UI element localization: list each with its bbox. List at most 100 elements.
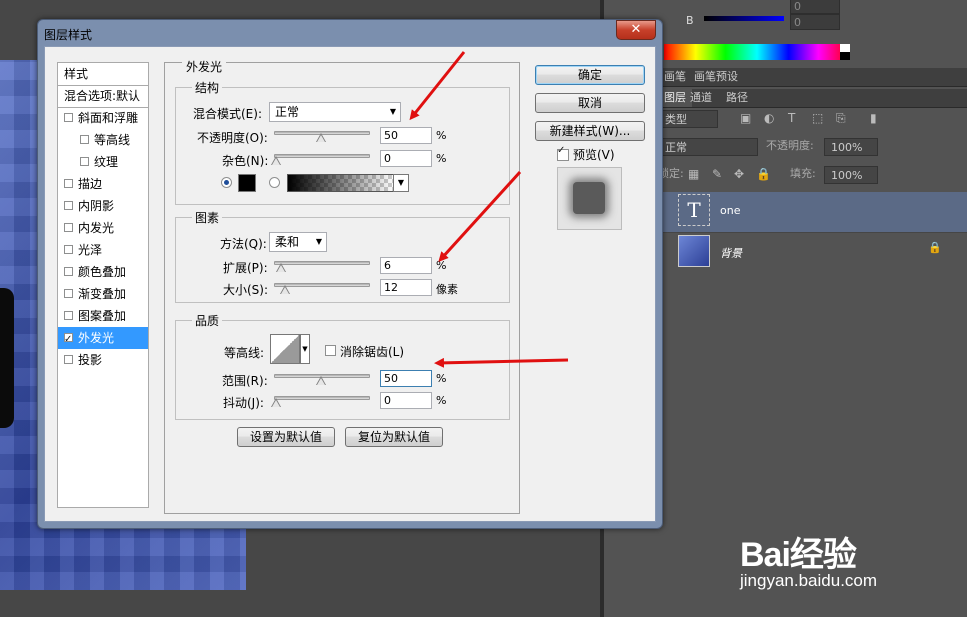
noise-slider-thumb[interactable] — [271, 156, 281, 165]
blend-mode-select[interactable]: 正常 ▼ — [269, 102, 401, 122]
preview-checkbox[interactable] — [557, 145, 569, 161]
reset-default-button[interactable]: 复位为默认值 — [345, 427, 443, 447]
style-list-label: 光泽 — [78, 243, 103, 257]
style-checkbox[interactable] — [64, 289, 73, 298]
style-list-item[interactable]: 样式 — [58, 63, 148, 85]
range-slider-thumb[interactable] — [316, 376, 326, 385]
style-checkbox[interactable] — [64, 245, 73, 254]
adjustment-filter-icon[interactable]: ◐ — [764, 108, 774, 128]
spread-slider-thumb[interactable] — [276, 263, 287, 272]
spread-input[interactable]: 6 — [380, 257, 432, 274]
jitter-input[interactable]: 0 — [380, 392, 432, 409]
background-layer-thumbnail — [678, 235, 710, 267]
layer-filter-select[interactable]: 类型 — [658, 110, 718, 128]
style-checkbox[interactable] — [64, 311, 73, 320]
jitter-slider-track[interactable] — [274, 396, 370, 400]
type-filter-icon[interactable]: T — [788, 108, 795, 128]
layer-fill-field[interactable]: 100% — [824, 166, 878, 184]
chevron-down-icon: ▼ — [389, 107, 396, 116]
opacity-slider-thumb[interactable] — [316, 133, 326, 142]
style-checkbox[interactable] — [64, 223, 73, 232]
solid-color-radio[interactable] — [221, 177, 232, 188]
style-checkbox[interactable] — [64, 113, 73, 122]
lock-paint-icon[interactable]: ✎ — [712, 164, 722, 184]
new-style-button[interactable]: 新建样式(W)... — [535, 121, 645, 141]
antialias-checkbox[interactable] — [325, 345, 336, 356]
range-input[interactable]: 50 — [380, 370, 432, 387]
shape-filter-icon[interactable]: ⬚ — [812, 108, 823, 128]
lock-transparent-icon[interactable]: ▦ — [688, 164, 699, 184]
style-list-item[interactable]: 内发光 — [58, 217, 148, 239]
close-button[interactable]: ✕ — [616, 20, 656, 40]
opacity-input[interactable]: 50 — [380, 127, 432, 144]
layer-name[interactable]: one — [720, 204, 740, 217]
panel-title: 外发光 — [182, 58, 227, 75]
style-checkbox[interactable] — [80, 135, 89, 144]
color-bw-swatch[interactable] — [840, 44, 850, 60]
color-b-slider[interactable] — [704, 16, 784, 21]
layer-opacity-field[interactable]: 100% — [824, 138, 878, 156]
color-field-top[interactable]: 0 — [790, 0, 840, 14]
style-list-item[interactable]: 光泽 — [58, 239, 148, 261]
style-checkbox[interactable] — [64, 179, 73, 188]
smart-object-filter-icon[interactable]: ⎘ — [836, 108, 846, 128]
style-list-item[interactable]: 等高线 — [58, 129, 148, 151]
gradient-picker-button[interactable]: ▼ — [393, 174, 409, 192]
tab-brush-presets[interactable]: 画笔预设 — [688, 68, 744, 86]
make-default-button[interactable]: 设置为默认值 — [237, 427, 335, 447]
tab-paths[interactable]: 路径 — [720, 89, 754, 107]
style-checkbox[interactable] — [80, 157, 89, 166]
layer-row[interactable]: 背景 🔒 — [658, 232, 967, 272]
contour-dropdown[interactable]: ▼ — [300, 334, 310, 364]
lock-all-icon[interactable]: 🔒 — [756, 164, 771, 184]
layer-mode-row: 正常 不透明度: 100% — [658, 136, 967, 160]
style-checkbox[interactable] — [64, 267, 73, 276]
color-spectrum-bar[interactable] — [664, 44, 850, 60]
style-list-item[interactable]: 渐变叠加 — [58, 283, 148, 305]
contour-picker[interactable] — [270, 334, 300, 364]
layer-opacity-value: 100% — [831, 141, 863, 154]
noise-unit: % — [436, 152, 447, 165]
spread-slider-track[interactable] — [274, 261, 370, 265]
blend-mode-value: 正常 — [275, 105, 300, 119]
style-list-item[interactable]: 投影 — [58, 349, 148, 371]
preview-label: 预览(V) — [573, 148, 615, 162]
noise-input[interactable]: 0 — [380, 150, 432, 167]
dialog-body: 样式 混合选项:默认 斜面和浮雕 等高线 纹理 描边 内阴影 内发光光泽颜色叠加 渐变叠加 图案叠… — [44, 46, 656, 522]
contour-label: 等高线: — [224, 346, 265, 360]
style-list-item[interactable]: 外发光 — [58, 327, 148, 351]
style-checkbox[interactable] — [64, 355, 73, 364]
layer-blend-select[interactable]: 正常 — [658, 138, 758, 156]
size-slider-thumb[interactable] — [280, 285, 290, 294]
tab-channels[interactable]: 通道 — [684, 89, 718, 107]
type-layer-thumbnail: T — [678, 194, 710, 226]
glow-color-swatch[interactable] — [238, 174, 256, 192]
style-list-item[interactable]: 图案叠加 — [58, 305, 148, 327]
style-list-item[interactable]: 斜面和浮雕 — [58, 107, 148, 129]
style-list-item[interactable]: 混合选项:默认 — [58, 85, 148, 107]
layer-name[interactable]: 背景 — [720, 245, 742, 261]
style-list-item[interactable]: 纹理 — [58, 151, 148, 173]
pixel-filter-icon[interactable]: ▣ — [740, 108, 751, 128]
style-checkbox[interactable] — [64, 329, 73, 351]
dialog-titlebar[interactable]: 图层样式 ✕ — [38, 20, 662, 46]
jitter-slider-thumb[interactable] — [271, 398, 281, 407]
size-label: 大小(S): — [223, 283, 269, 297]
gradient-radio[interactable] — [269, 177, 280, 188]
style-checkbox[interactable] — [64, 201, 73, 210]
ok-button[interactable]: 确定 — [535, 65, 645, 85]
noise-slider-track[interactable] — [274, 154, 370, 158]
style-list-item[interactable]: 内阴影 — [58, 195, 148, 217]
color-field-b[interactable]: 0 — [790, 14, 840, 30]
lock-move-icon[interactable]: ✥ — [734, 164, 744, 184]
style-list-item[interactable]: 描边 — [58, 173, 148, 195]
technique-select[interactable]: 柔和 ▼ — [269, 232, 327, 252]
gradient-swatch[interactable] — [287, 174, 395, 192]
cancel-button[interactable]: 取消 — [535, 93, 645, 113]
tab-brush[interactable]: 画笔 — [658, 68, 692, 86]
style-list-item[interactable]: 颜色叠加 — [58, 261, 148, 283]
filter-toggle-icon[interactable]: ▮ — [870, 108, 877, 128]
size-input[interactable]: 12 — [380, 279, 432, 296]
layer-row[interactable]: T one — [658, 192, 967, 232]
chevron-down-icon: ▼ — [315, 237, 322, 246]
